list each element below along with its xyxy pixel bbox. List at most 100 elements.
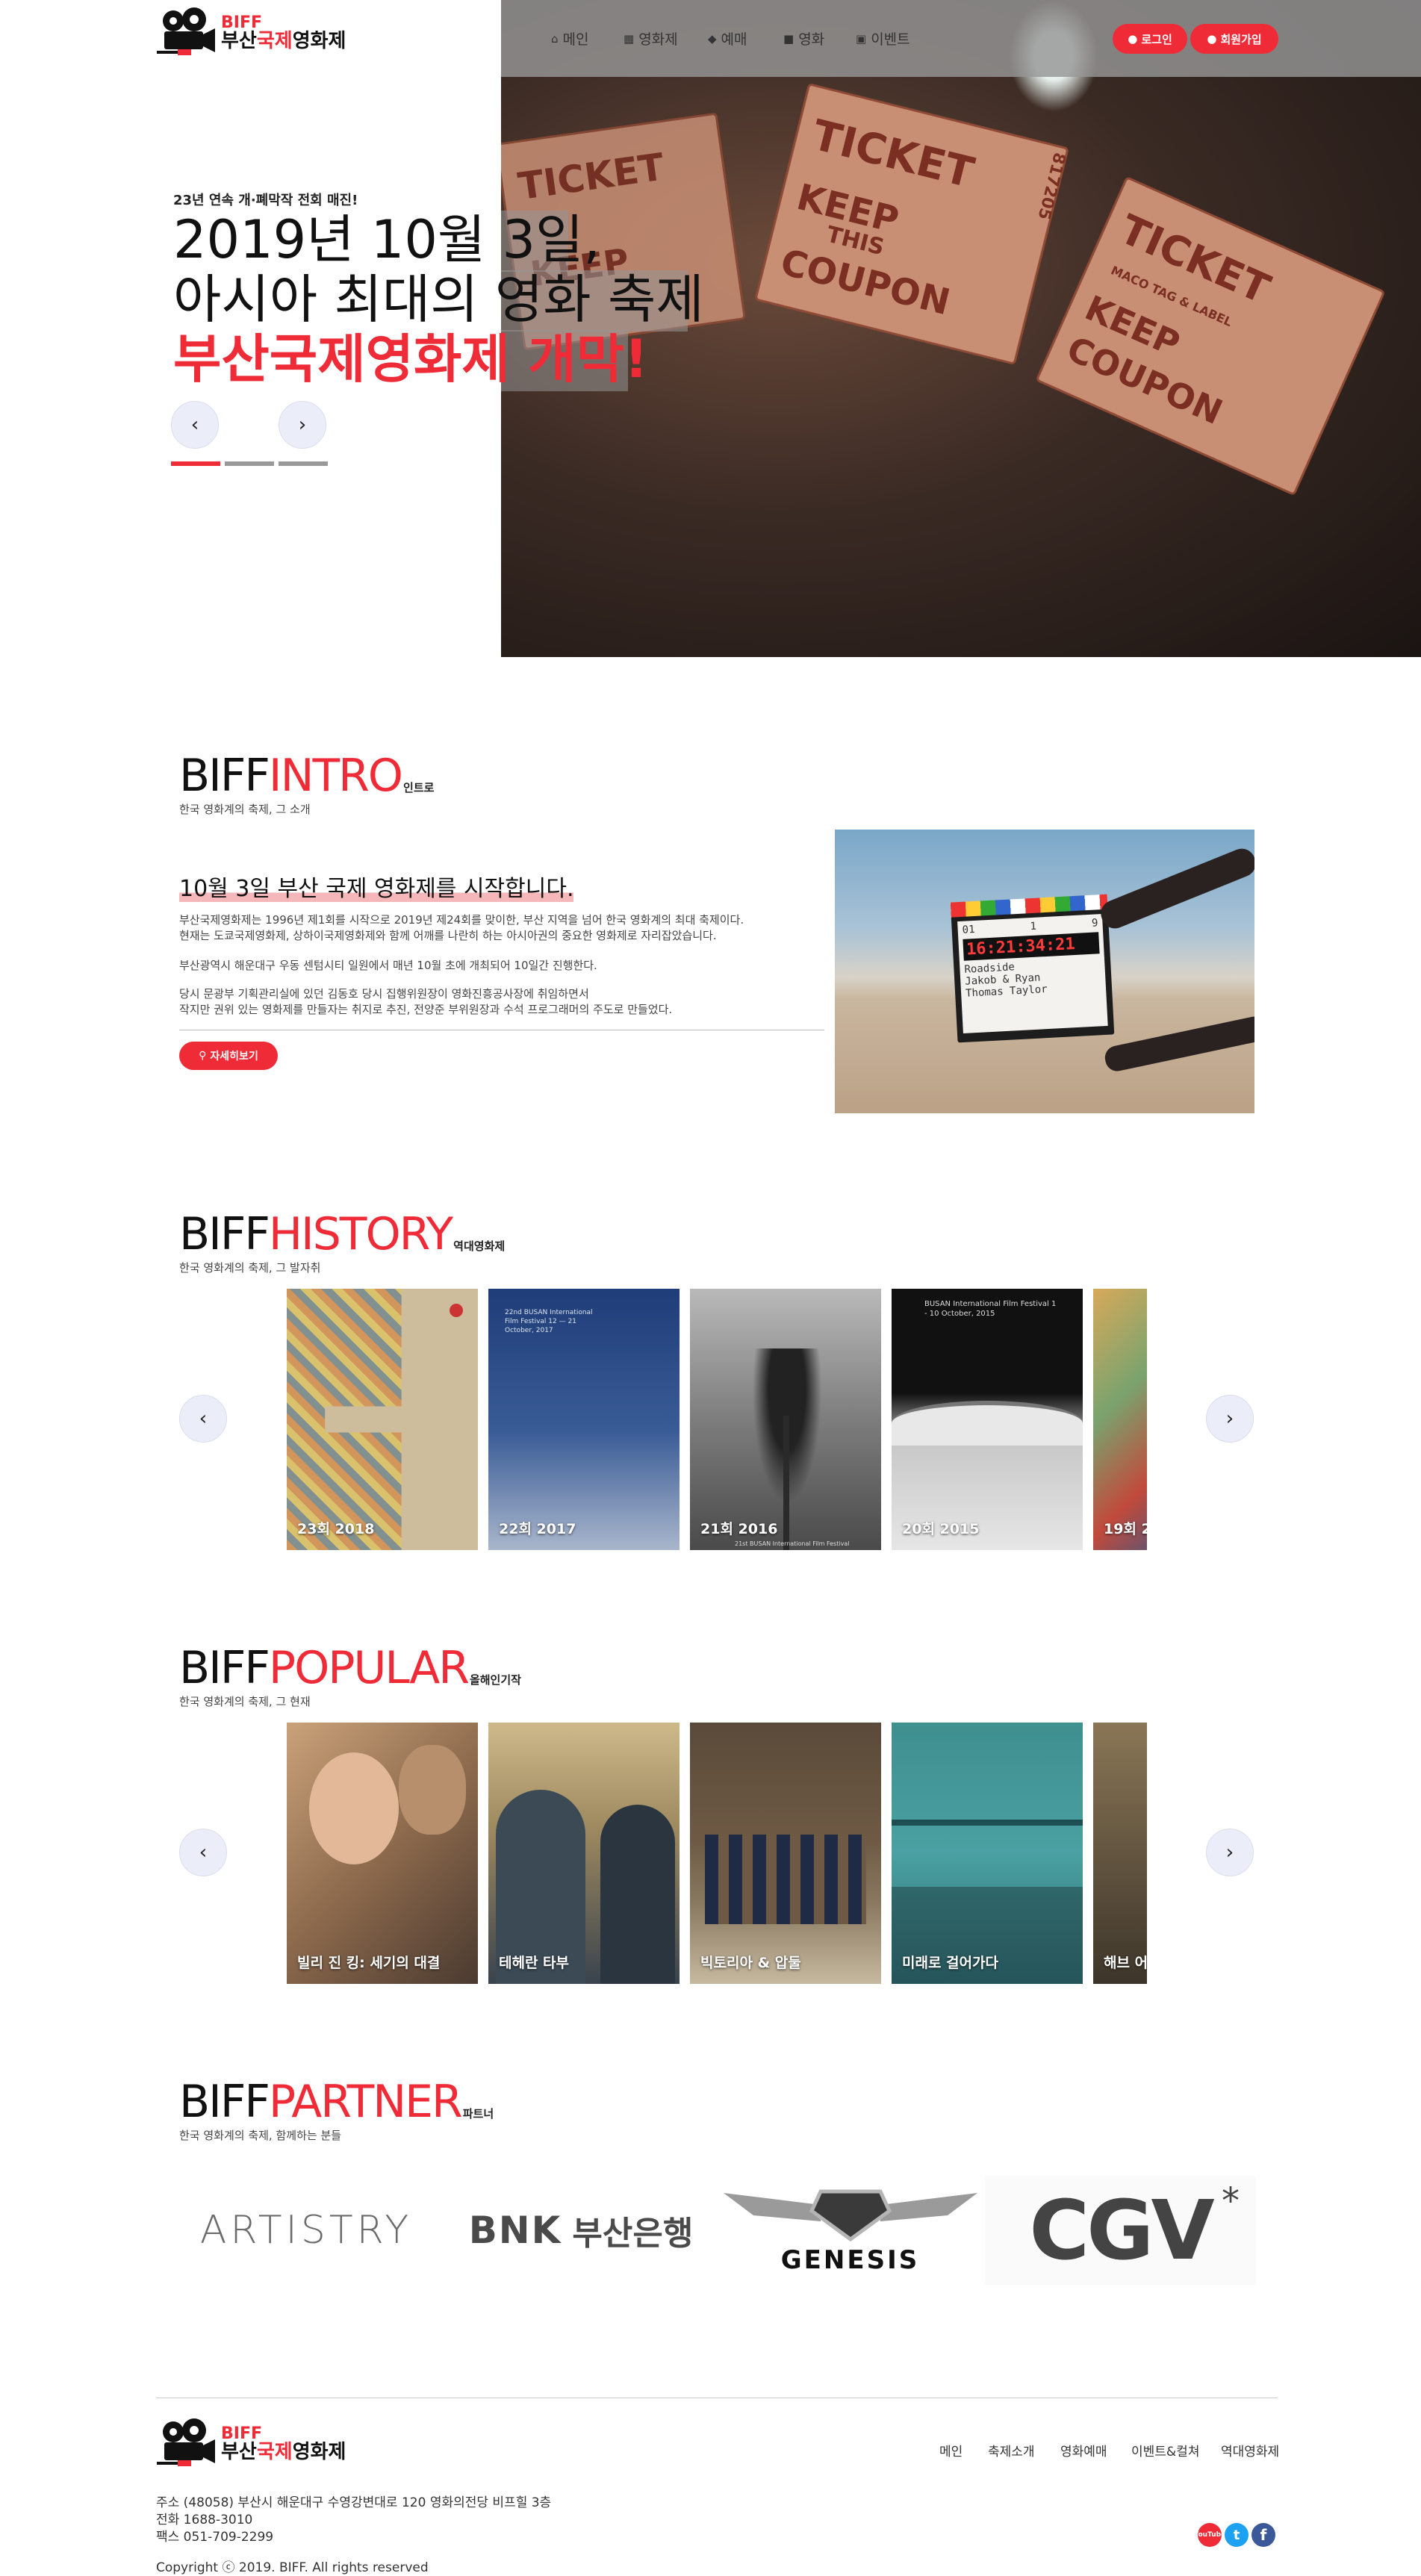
- history-title: BIFF HISTORY 역대영화제: [179, 1208, 506, 1260]
- clapperboard: 01 1 9 16:21:34:21 Roadside Jakob & Ryan T…: [950, 894, 1115, 1043]
- popular-subtitle: 한국 영화계의 축제, 그 현재: [179, 1695, 311, 1708]
- clapper-stripes: [950, 894, 1108, 918]
- calendar-icon: ▣: [856, 31, 867, 46]
- partner-logo-cgv[interactable]: CGV *: [985, 2176, 1256, 2285]
- footer-link-main[interactable]: 메인: [939, 2441, 963, 2460]
- intro-heading: 10월 3일 부산 국제 영화제를 시작합니다.: [179, 876, 574, 902]
- hero-next-button[interactable]: ›: [279, 401, 326, 449]
- history-poster[interactable]: 23회 2018: [287, 1289, 478, 1550]
- clapper-timecode: 16:21:34:21: [963, 932, 1100, 961]
- user-plus-icon: ●: [1207, 32, 1217, 46]
- partner-logo-bnk[interactable]: BNK 부산은행: [450, 2176, 712, 2285]
- intro-title: BIFF INTRO 인트로: [179, 750, 435, 802]
- login-button[interactable]: ● 로그인: [1113, 24, 1187, 54]
- partner-subtitle: 한국 영화계의 축제, 함께하는 분들: [179, 2129, 342, 2142]
- chevron-left-icon: ‹: [199, 1407, 208, 1430]
- film-icon: ▦: [624, 31, 635, 46]
- history-subtitle: 한국 영화계의 축제, 그 발자취: [179, 1261, 321, 1275]
- nav-item-booking[interactable]: ◆ 예매: [708, 28, 747, 49]
- youtube-icon[interactable]: YouTube: [1194, 2523, 1225, 2547]
- history-carousel: 23회 2018 22nd BUSAN International Film F…: [287, 1289, 1147, 1550]
- slide-indicator-2[interactable]: [225, 461, 274, 466]
- clapperboard-photo: 01 1 9 16:21:34:21 Roadside Jakob & Ryan T…: [835, 830, 1254, 1113]
- ticket-illustration: TICKET KEEP THIS COUPON 817205: [754, 82, 1069, 366]
- intro-subtitle: 한국 영화계의 축제, 그 소개: [179, 803, 311, 816]
- clapper-text: 9: [1091, 917, 1098, 930]
- site-logo[interactable]: BIFF 부산국제영화제: [157, 6, 346, 60]
- history-poster[interactable]: 22nd BUSAN International Film Festival 1…: [488, 1289, 680, 1550]
- ticket-text: TICKET: [515, 145, 667, 209]
- arm-silhouette: [1096, 844, 1254, 933]
- slide-indicator-3[interactable]: [279, 461, 328, 466]
- popular-poster[interactable]: 미래로 걸어가다: [892, 1723, 1083, 1984]
- arm-silhouette: [1102, 1014, 1254, 1074]
- genesis-wings-icon: [723, 2189, 977, 2242]
- footer-link-booking[interactable]: 영화예매: [1060, 2441, 1107, 2460]
- signup-button[interactable]: ● 회원가입: [1190, 24, 1278, 54]
- hero-headline-line2: 아시아 최대의 영화 축제: [173, 269, 704, 330]
- ticket-text: 817205: [1033, 150, 1069, 222]
- popular-next-button[interactable]: ›: [1206, 1829, 1254, 1876]
- footer-link-history[interactable]: 역대영화제: [1221, 2441, 1279, 2460]
- footer-logo[interactable]: BIFF 부산국제영화제: [157, 2417, 346, 2471]
- partner-title: BIFF PARTNER 파트너: [179, 2076, 494, 2128]
- intro-paragraph: 부산국제영화제는 1996년 제1회를 시작으로 2019년 제24회를 맞이한…: [179, 913, 744, 927]
- history-poster[interactable]: BUSAN International Film Festival 1 - 10…: [892, 1289, 1083, 1550]
- history-poster[interactable]: 19회 20: [1093, 1289, 1147, 1550]
- nav-item-festival[interactable]: ▦ 영화제: [624, 28, 678, 49]
- slide-indicator-1[interactable]: [171, 461, 220, 466]
- partner-logo-genesis[interactable]: GENESIS: [721, 2176, 980, 2285]
- ticket-icon: ◆: [708, 31, 717, 46]
- popular-poster[interactable]: 빌리 진 킹: 세기의 대결: [287, 1723, 478, 1984]
- clapper-text: 01: [962, 923, 975, 936]
- footer-phone: 전화 1688-3010: [156, 2513, 253, 2527]
- hero-headline-line1: 2019년 10월 3일,: [173, 209, 600, 270]
- footer-link-event[interactable]: 이벤트&컬쳐: [1131, 2441, 1199, 2460]
- camera-logo-icon: [157, 2417, 218, 2471]
- logo-name-text: 부산국제영화제: [221, 30, 346, 52]
- hero-headline-line3: 부산국제영화제 개막!: [173, 329, 648, 390]
- camera-logo-icon: [157, 6, 218, 60]
- history-poster[interactable]: 21st BUSAN International Film Festival 2…: [690, 1289, 881, 1550]
- chevron-right-icon: ›: [298, 414, 307, 436]
- ticket-text: TICKET: [1113, 205, 1277, 314]
- logo-biff-text: BIFF: [221, 2424, 263, 2443]
- search-icon: ⚲: [199, 1050, 207, 1062]
- asterisk-icon: *: [1222, 2180, 1240, 2222]
- popular-poster[interactable]: 빅토리아 & 압둘: [690, 1723, 881, 1984]
- popular-poster[interactable]: 해브 어: [1093, 1723, 1147, 1984]
- footer-address: 주소 (48058) 부산시 해운대구 수영강변대로 120 영화의전당 비프힐…: [156, 2495, 552, 2510]
- footer-fax: 팩스 051-709-2299: [156, 2530, 274, 2545]
- chevron-left-icon: ‹: [199, 1841, 208, 1864]
- popular-prev-button[interactable]: ‹: [179, 1829, 227, 1876]
- hero-eyebrow: 23년 연속 개·폐막작 전회 매진!: [173, 193, 358, 208]
- hero-section: TICKET KEEP THIS COUPON 817205 TICKET MA…: [0, 0, 1421, 657]
- nav-item-movie[interactable]: ■ 영화: [783, 28, 824, 49]
- chevron-right-icon: ›: [1225, 1841, 1234, 1864]
- home-icon: ⌂: [551, 31, 559, 46]
- clapper-text: 1: [1030, 920, 1037, 933]
- twitter-icon[interactable]: t: [1225, 2523, 1249, 2547]
- history-next-button[interactable]: ›: [1206, 1395, 1254, 1443]
- video-camera-icon: ■: [783, 31, 795, 46]
- footer-link-about[interactable]: 축제소개: [988, 2441, 1035, 2460]
- partner-logo-artistry[interactable]: ARTISTRY: [179, 2176, 433, 2285]
- hero-prev-button[interactable]: ‹: [171, 401, 219, 449]
- nav-item-event[interactable]: ▣ 이벤트: [856, 28, 910, 49]
- popular-poster[interactable]: 테헤란 타부: [488, 1723, 680, 1984]
- intro-paragraph: 현재는 도쿄국제영화제, 상하이국제영화제와 함께 어깨를 나란히 하는 아시아…: [179, 929, 717, 942]
- nav-item-main[interactable]: ⌂ 메인: [551, 28, 589, 49]
- history-prev-button[interactable]: ‹: [179, 1395, 227, 1443]
- intro-paragraph: 작지만 권위 있는 영화제를 만들자는 취지로 추진, 전양준 부위원장과 수석…: [179, 1003, 673, 1016]
- intro-paragraph: 부산광역시 해운대구 우동 센텀시티 일원에서 매년 10월 초에 개최되어 1…: [179, 959, 597, 972]
- popular-carousel: 빌리 진 킹: 세기의 대결 테헤란 타부 빅토리아 & 압둘 미래로 걸어가다…: [287, 1723, 1147, 1984]
- logo-biff-text: BIFF: [221, 13, 263, 32]
- ticket-illustration: TICKET MACO TAG & LABEL KEEP COUPON: [1035, 175, 1386, 497]
- more-button[interactable]: ⚲ 자세히보기: [179, 1042, 278, 1070]
- footer-copyright: Copyright ⓒ 2019. BIFF. All rights reser…: [156, 2560, 429, 2575]
- facebook-icon[interactable]: f: [1251, 2523, 1275, 2547]
- logo-name-text: 부산국제영화제: [221, 2441, 346, 2463]
- intro-paragraph: 당시 문광부 기획관리실에 있던 김동호 당시 집행위원장이 영화진흥공사장에 …: [179, 987, 589, 1001]
- user-icon: ●: [1128, 32, 1138, 46]
- chevron-left-icon: ‹: [190, 414, 199, 436]
